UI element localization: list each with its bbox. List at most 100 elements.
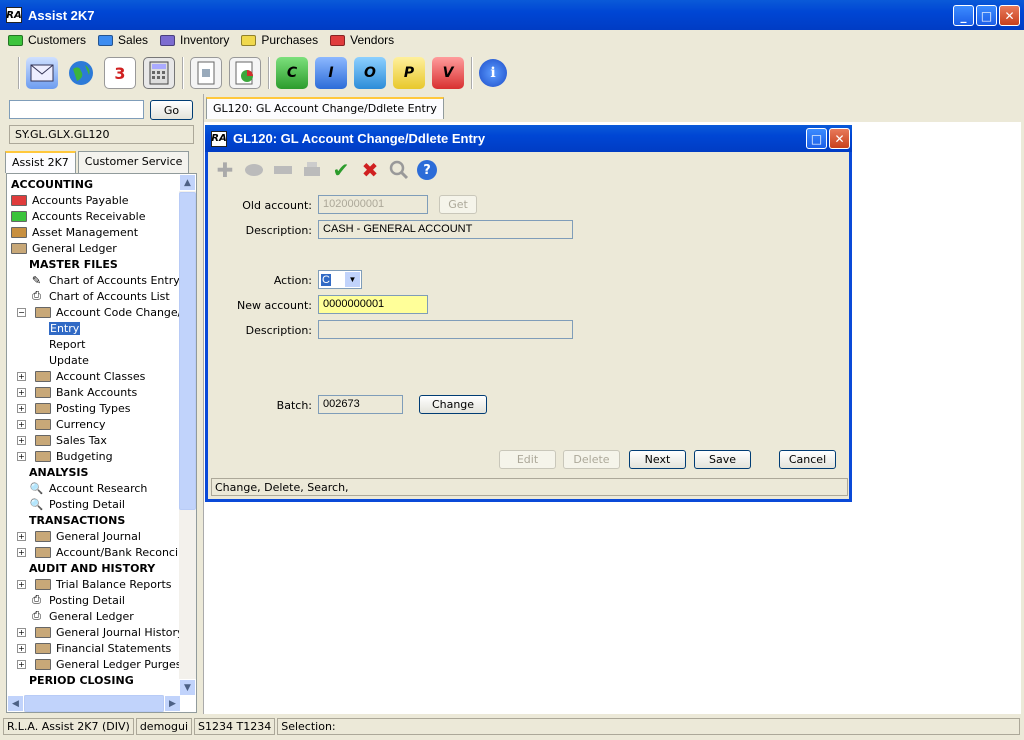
add-icon[interactable]: ✚ — [214, 158, 236, 182]
tree-item[interactable]: + Sales Tax — [9, 432, 181, 448]
tree-item[interactable]: + Account Classes — [9, 368, 181, 384]
edit-button[interactable]: Edit — [499, 450, 556, 469]
new-account-field[interactable]: 0000000001 — [318, 295, 428, 314]
tree-item[interactable]: + Currency — [9, 416, 181, 432]
tree-item[interactable]: + General Journal History — [9, 624, 181, 640]
expand-icon[interactable]: + — [17, 451, 26, 461]
tree-item-label: Posting Types — [56, 401, 131, 415]
calculator-icon[interactable] — [143, 57, 175, 89]
minimize-button[interactable]: _ — [953, 5, 974, 26]
maximize-button[interactable]: □ — [976, 5, 997, 26]
save-button[interactable]: Save — [694, 450, 751, 469]
tree-item[interactable]: 🔍 Posting Detail — [9, 496, 181, 512]
tree-vertical-scrollbar[interactable]: ▲ ▼ — [179, 174, 196, 696]
calendar-icon[interactable]: 3 — [104, 57, 136, 89]
v-icon[interactable]: V — [432, 57, 464, 89]
tree-item[interactable]: + Account/Bank Reconciliatio — [9, 544, 181, 560]
info-icon[interactable]: i — [479, 59, 507, 87]
tree-item[interactable]: ⎙ Posting Detail — [9, 592, 181, 608]
tree-item[interactable]: Entry — [9, 320, 181, 336]
tree-item[interactable]: + General Ledger Purges — [9, 656, 181, 672]
tree-item[interactable]: − Account Code Change/Dele — [9, 304, 181, 320]
close-button[interactable]: ✕ — [999, 5, 1020, 26]
menu-inventory[interactable]: Inventory — [160, 33, 229, 47]
folder-icon — [160, 34, 176, 46]
expand-icon[interactable]: + — [17, 659, 26, 669]
description-field[interactable]: CASH - GENERAL ACCOUNT — [318, 220, 573, 239]
menu-purchases[interactable]: Purchases — [241, 33, 318, 47]
tree-item[interactable]: ⎙ Chart of Accounts List — [9, 288, 181, 304]
tree-item[interactable]: + Trial Balance Reports — [9, 576, 181, 592]
expand-icon[interactable]: + — [17, 419, 26, 429]
tab-customer-service[interactable]: Customer Service — [77, 151, 190, 173]
tree-item[interactable]: + Financial Statements — [9, 640, 181, 656]
collapse-icon[interactable]: − — [17, 307, 26, 317]
expand-icon[interactable]: + — [17, 547, 26, 557]
globe-icon[interactable] — [65, 57, 97, 89]
chevron-down-icon[interactable]: ▼ — [345, 272, 360, 287]
scroll-up-icon[interactable]: ▲ — [179, 174, 196, 191]
reject-icon[interactable]: ✖ — [359, 158, 381, 182]
dialog-maximize-button[interactable]: □ — [806, 128, 827, 149]
next-button[interactable]: Next — [629, 450, 686, 469]
expand-icon[interactable]: + — [17, 371, 26, 381]
tree-item[interactable]: ⎙ General Ledger — [9, 608, 181, 624]
expand-icon[interactable]: + — [17, 531, 26, 541]
delete-icon[interactable] — [272, 159, 294, 181]
scroll-right-icon[interactable]: ▶ — [164, 695, 181, 712]
batch-field[interactable]: 002673 — [318, 395, 403, 414]
tree-item[interactable]: + General Journal — [9, 528, 181, 544]
help-icon[interactable]: ? — [417, 160, 437, 180]
menu-vendors[interactable]: Vendors — [330, 33, 394, 47]
action-select[interactable]: C ▼ — [318, 270, 362, 289]
tree-item-label: General Ledger — [32, 241, 117, 255]
tree-item[interactable]: Asset Management — [9, 224, 181, 240]
scroll-down-icon[interactable]: ▼ — [179, 679, 196, 696]
tree-item[interactable]: General Ledger — [9, 240, 181, 256]
c-icon[interactable]: C — [276, 57, 308, 89]
tree-item[interactable]: Report — [9, 336, 181, 352]
expand-icon[interactable]: + — [17, 435, 26, 445]
description-label: Description: — [245, 224, 312, 237]
expand-icon[interactable]: + — [17, 627, 26, 637]
tree-item[interactable]: 🔍 Account Research — [9, 480, 181, 496]
tree-item[interactable]: + Bank Accounts — [9, 384, 181, 400]
edit-icon[interactable] — [243, 159, 265, 181]
scroll-left-icon[interactable]: ◀ — [7, 695, 24, 712]
expand-icon[interactable]: + — [17, 579, 26, 589]
expand-icon[interactable]: + — [17, 643, 26, 653]
report-icon[interactable] — [190, 57, 222, 89]
tree-horizontal-scrollbar[interactable]: ◀ ▶ — [7, 695, 181, 712]
new-description-field[interactable] — [318, 320, 573, 339]
tree-item[interactable]: Accounts Payable — [9, 192, 181, 208]
menu-sales[interactable]: Sales — [98, 33, 148, 47]
expand-icon[interactable]: + — [17, 403, 26, 413]
p-icon[interactable]: P — [393, 57, 425, 89]
delete-button[interactable]: Delete — [563, 450, 620, 469]
tree-item[interactable]: Update — [9, 352, 181, 368]
print-icon[interactable] — [301, 159, 323, 181]
tree-item[interactable]: Accounts Receivable — [9, 208, 181, 224]
scroll-thumb[interactable] — [179, 192, 196, 510]
accept-icon[interactable]: ✔ — [330, 158, 352, 182]
cancel-button[interactable]: Cancel — [779, 450, 836, 469]
mail-icon[interactable] — [26, 57, 58, 89]
tree-item[interactable]: + Posting Types — [9, 400, 181, 416]
search-icon[interactable] — [388, 159, 410, 181]
tab-gl120[interactable]: GL120: GL Account Change/Ddlete Entry — [206, 97, 444, 119]
search-input[interactable] — [9, 100, 144, 119]
o-icon[interactable]: O — [354, 57, 386, 89]
hscroll-thumb[interactable] — [24, 695, 164, 712]
old-account-field[interactable]: 1020000001 — [318, 195, 428, 214]
dialog-close-button[interactable]: ✕ — [829, 128, 850, 149]
expand-icon[interactable]: + — [17, 387, 26, 397]
tree-item[interactable]: ✎ Chart of Accounts Entry — [9, 272, 181, 288]
i-icon[interactable]: I — [315, 57, 347, 89]
tree-item[interactable]: + Budgeting — [9, 448, 181, 464]
menu-customers[interactable]: Customers — [8, 33, 86, 47]
tab-assist-2k7[interactable]: Assist 2K7 — [5, 151, 76, 173]
get-button[interactable]: Get — [439, 195, 477, 214]
chart-icon[interactable] — [229, 57, 261, 89]
change-button[interactable]: Change — [419, 395, 487, 414]
go-button[interactable]: Go — [150, 100, 193, 120]
